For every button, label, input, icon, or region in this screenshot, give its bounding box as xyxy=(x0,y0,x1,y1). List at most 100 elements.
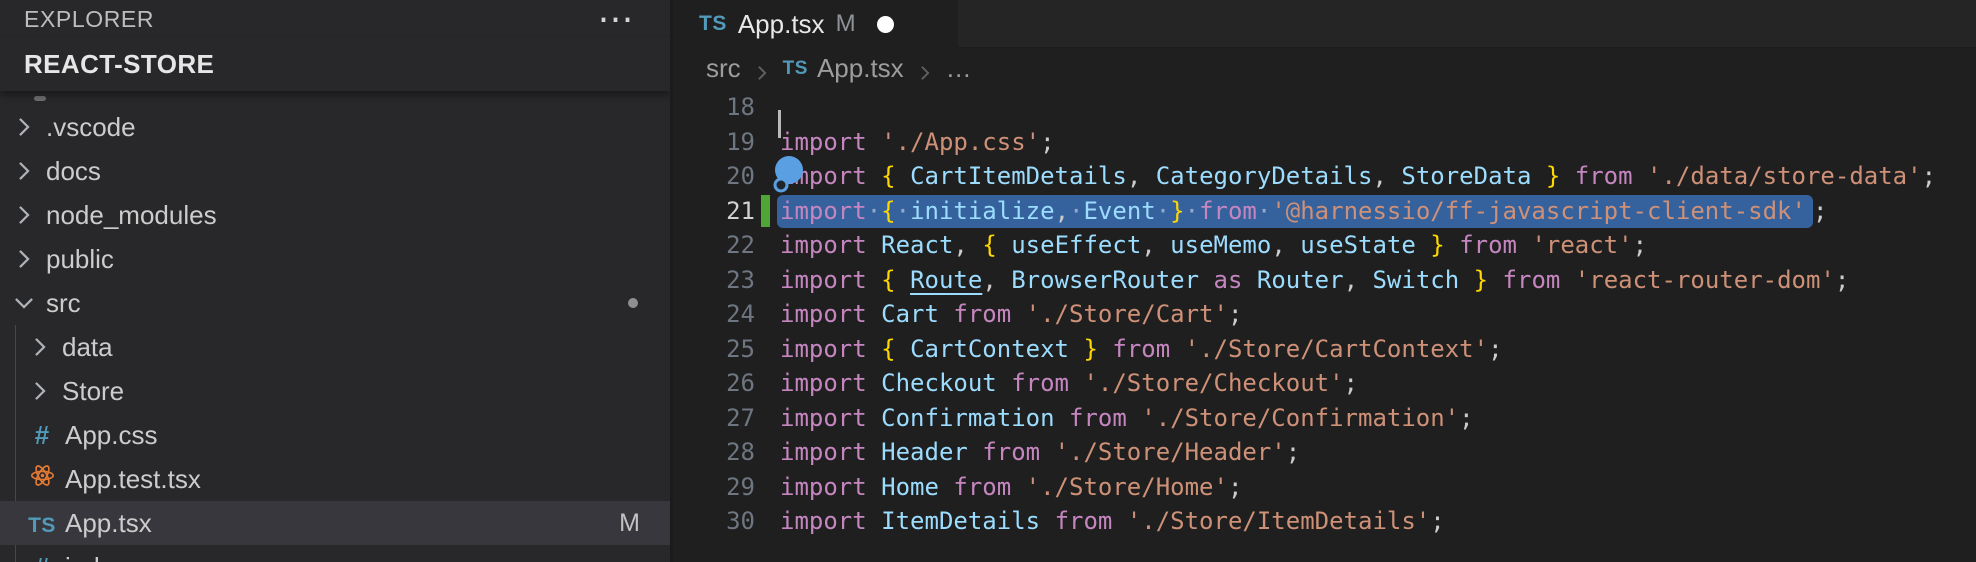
code-token: from xyxy=(953,473,1011,501)
code-token xyxy=(1445,231,1459,259)
breadcrumb-item-src[interactable]: src xyxy=(706,53,741,84)
unsaved-changes-dot[interactable] xyxy=(877,16,894,33)
code-token: Route xyxy=(910,266,982,294)
line-content[interactable]: import ItemDetails from './Store/ItemDet… xyxy=(780,504,1445,539)
code-line-20[interactable]: 20import { CartItemDetails, CategoryDeta… xyxy=(673,159,1976,194)
tree-item-app-tsx[interactable]: TSApp.tsxM xyxy=(0,501,670,545)
code-token: Router xyxy=(1257,266,1344,294)
tree-item-label: src xyxy=(46,288,81,319)
ellipsis-icon[interactable]: ⋯ xyxy=(597,14,634,24)
css-file-icon: # xyxy=(27,552,57,562)
code-token xyxy=(1112,507,1126,535)
code-area[interactable]: 18 19 import './App.css';20import { CartIt… xyxy=(673,90,1976,539)
code-line-19[interactable]: 19 import './App.css'; xyxy=(673,125,1976,160)
chevron-right-icon[interactable] xyxy=(11,202,37,228)
workspace-section-header[interactable]: REACT-STORE xyxy=(0,38,670,91)
code-line-21[interactable]: 21import·{·initialize,·Event·}·from·'@ha… xyxy=(673,194,1976,229)
code-token: import xyxy=(780,369,867,397)
breadcrumb: src TSApp.tsx … xyxy=(673,47,1976,90)
code-token: import xyxy=(780,473,867,501)
chevron-down-icon[interactable] xyxy=(11,290,37,316)
code-line-29[interactable]: 29 import Home from './Store/Home'; xyxy=(673,470,1976,505)
code-line-28[interactable]: 28import Header from './Store/Header'; xyxy=(673,435,1976,470)
code-line-26[interactable]: 26import Checkout from './Store/Checkout… xyxy=(673,366,1976,401)
code-line-18[interactable]: 18 xyxy=(673,90,1976,125)
tree-item-node-modules[interactable]: node_modules xyxy=(0,193,670,237)
tree-item-app-test-tsx[interactable]: App.test.tsx xyxy=(0,457,670,501)
code-token: · xyxy=(867,197,881,225)
code-token: from xyxy=(1055,507,1113,535)
code-token: StoreData xyxy=(1401,162,1531,190)
tree-item-label: App.test.tsx xyxy=(65,464,201,495)
code-token: './Store/Header' xyxy=(1055,438,1286,466)
code-line-27[interactable]: 27 import Confirmation from './Store/Conf… xyxy=(673,401,1976,436)
code-token: { xyxy=(881,197,895,225)
line-content[interactable]: import './App.css'; xyxy=(780,125,1055,160)
code-token: CategoryDetails xyxy=(1156,162,1373,190)
code-token: initialize xyxy=(910,197,1055,225)
code-token: ; xyxy=(1228,300,1242,328)
line-content[interactable]: import Home from './Store/Home'; xyxy=(780,470,1242,505)
code-token: Confirmation xyxy=(881,404,1054,432)
code-token xyxy=(1141,162,1155,190)
code-token: · xyxy=(896,197,910,225)
line-number: 30 xyxy=(673,507,755,535)
line-content[interactable]: import Cart from './Store/Cart'; xyxy=(780,297,1242,332)
tab-app-tsx[interactable]: TS App.tsx M xyxy=(673,0,958,52)
line-number: 19 xyxy=(673,128,755,156)
tree-item-src[interactable]: src xyxy=(0,281,670,325)
code-token xyxy=(1156,231,1170,259)
code-token: useState xyxy=(1300,231,1416,259)
chevron-right-icon[interactable] xyxy=(11,246,37,272)
code-token xyxy=(896,266,910,294)
code-token: from xyxy=(953,300,1011,328)
line-number: 29 xyxy=(673,473,755,501)
tree-item-store[interactable]: Store xyxy=(0,369,670,413)
breadcrumb-item-app-tsx[interactable]: TSApp.tsx xyxy=(783,53,904,84)
sidebar-editor-splitter[interactable] xyxy=(670,0,673,562)
tree-item-data[interactable]: data xyxy=(0,325,670,369)
code-token xyxy=(867,266,881,294)
line-content[interactable]: import React, { useEffect, useMemo, useS… xyxy=(780,228,1647,263)
code-line-25[interactable]: 25import { CartContext } from './Store/C… xyxy=(673,332,1976,367)
code-line-30[interactable]: 30 import ItemDetails from './Store/ItemD… xyxy=(673,504,1976,539)
code-token: , xyxy=(1344,266,1358,294)
code-line-24[interactable]: 24import Cart from './Store/Cart'; xyxy=(673,297,1976,332)
code-token xyxy=(1170,335,1184,363)
code-token xyxy=(1040,438,1054,466)
line-number: 27 xyxy=(673,404,755,432)
tree-item-index-css[interactable]: #index.css xyxy=(0,545,670,562)
tree-item-public[interactable]: public xyxy=(0,237,670,281)
tree-item-vscode[interactable]: .vscode xyxy=(0,105,670,149)
line-content[interactable]: import { CartContext } from './Store/Car… xyxy=(780,332,1503,367)
chevron-right-icon[interactable] xyxy=(27,334,53,360)
code-token xyxy=(1488,266,1502,294)
line-content[interactable]: import·{·initialize,·Event·}·from·'@harn… xyxy=(780,194,1827,229)
tab-git-modified-badge: M xyxy=(836,10,856,38)
code-token: } xyxy=(1430,231,1444,259)
code-token xyxy=(997,369,1011,397)
code-token: , xyxy=(982,266,996,294)
line-content[interactable]: import { CartItemDetails, CategoryDetail… xyxy=(780,159,1936,194)
code-token: , xyxy=(1055,197,1069,225)
line-content[interactable]: import Header from './Store/Header'; xyxy=(780,435,1300,470)
chevron-right-icon[interactable] xyxy=(11,114,37,140)
css-file-icon: # xyxy=(27,420,57,451)
code-token: { xyxy=(982,231,996,259)
line-number: 18 xyxy=(673,93,755,121)
breadcrumb-item-symbol-ellipsis[interactable]: … xyxy=(946,53,972,84)
code-token: Home xyxy=(881,473,939,501)
tree-item-app-css[interactable]: #App.css xyxy=(0,413,670,457)
chevron-right-icon[interactable] xyxy=(27,378,53,404)
chevron-right-icon[interactable] xyxy=(11,158,37,184)
code-line-22[interactable]: 22import React, { useEffect, useMemo, us… xyxy=(673,228,1976,263)
code-token: CartItemDetails xyxy=(910,162,1127,190)
code-token: useEffect xyxy=(1011,231,1141,259)
line-content[interactable]: import Confirmation from './Store/Confir… xyxy=(780,401,1474,436)
tree-item-docs[interactable]: docs xyxy=(0,149,670,193)
line-content[interactable]: import Checkout from './Store/Checkout'; xyxy=(780,366,1358,401)
code-line-23[interactable]: 23import { Route, BrowserRouter as Route… xyxy=(673,263,1976,298)
line-content[interactable]: import { Route, BrowserRouter as Router,… xyxy=(780,263,1849,298)
tree-item-label: Store xyxy=(62,376,124,407)
code-token: useMemo xyxy=(1170,231,1271,259)
